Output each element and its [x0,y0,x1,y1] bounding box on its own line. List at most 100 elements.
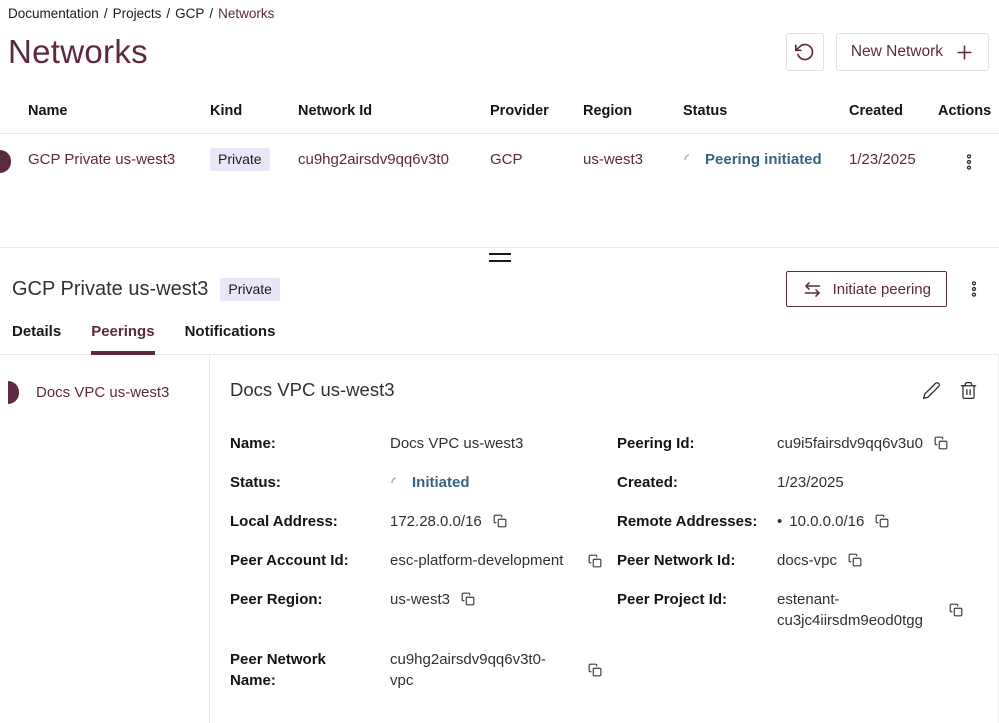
field-empty [617,649,978,691]
network-kind-cell: Private [210,134,298,231]
field-value: Initiated [412,472,470,493]
peering-detail-header: Docs VPC us-west3 [230,379,978,401]
panel-actions: Initiate peering [786,271,987,307]
field-peer-network-name: Peer Network Name: cu9hg2airsdv9qq6v3t0-… [230,649,617,691]
network-region-cell: us-west3 [583,134,683,231]
field-peering-id: Peering Id: cu9i5fairsdv9qq6v3u0 [617,433,978,454]
refresh-icon [795,42,815,62]
refresh-button[interactable] [786,33,824,71]
column-header-network-id: Network Id [298,91,490,134]
copy-peering-id-button[interactable] [934,436,948,450]
column-header-name: Name [0,91,210,134]
column-header-status: Status [683,91,849,134]
field-created: Created: 1/23/2025 [617,472,978,493]
tab-notifications[interactable]: Notifications [185,323,276,355]
split-divider [0,247,999,263]
breadcrumb-separator: / [104,6,108,21]
copy-peer-account-id-button[interactable] [588,554,602,568]
networks-page: Documentation/Projects/GCP/Networks Netw… [0,0,999,723]
field-peer-network-id: Peer Network Id: docs-vpc [617,550,978,571]
field-value: Docs VPC us-west3 [390,433,523,454]
field-remote-addresses: Remote Addresses: • 10.0.0.0/16 [617,511,978,532]
initiate-peering-button[interactable]: Initiate peering [786,271,947,307]
kebab-icon [960,153,978,171]
copy-icon [875,514,889,528]
network-id-cell: cu9hg2airsdv9qq6v3t0 [298,134,490,231]
network-created-cell: 1/23/2025 [849,134,938,231]
table-header-row: Name Kind Network Id Provider Region Sta… [0,91,999,134]
initiate-peering-label: Initiate peering [833,281,931,298]
field-value: docs-vpc [777,550,837,571]
page-header: Networks New Network [0,25,999,75]
breadcrumb: Documentation/Projects/GCP/Networks [0,0,999,25]
row-kebab-menu-button[interactable] [956,151,982,173]
breadcrumb-projects[interactable]: Projects [113,6,162,21]
tab-details[interactable]: Details [12,323,61,355]
breadcrumb-separator: / [209,6,213,21]
breadcrumb-gcp[interactable]: GCP [175,6,204,21]
plus-icon [955,43,974,62]
copy-icon [934,436,948,450]
peering-detail-pane: Docs VPC us-west3 [210,355,999,723]
field-peer-project-id: Peer Project Id: estenant-cu3jc4iirsdm9e… [617,589,978,631]
copy-peer-network-name-button[interactable] [588,663,602,677]
field-value: us-west3 [390,589,450,610]
status-text: Peering initiated [705,151,822,168]
pencil-icon [922,381,941,400]
copy-peer-network-id-button[interactable] [848,553,862,567]
field-value: 172.28.0.0/16 [390,511,482,532]
field-label: Peer Network Id: [617,550,777,571]
field-value: cu9i5fairsdv9qq6v3u0 [777,433,923,454]
edit-peering-button[interactable] [922,381,941,400]
breadcrumb-documentation[interactable]: Documentation [8,6,99,21]
network-name: GCP Private us-west3 [28,151,175,168]
tab-peerings[interactable]: Peerings [91,323,154,355]
peerings-tab-content: Docs VPC us-west3 Docs VPC us-west3 [0,355,999,723]
peering-list-item[interactable]: Docs VPC us-west3 [0,381,209,404]
field-label: Peering Id: [617,433,777,454]
network-name-cell[interactable]: GCP Private us-west3 [0,134,210,231]
field-value: estenant-cu3jc4iirsdm9eod0tgg [777,589,949,631]
drag-handle[interactable] [489,253,511,262]
spinner-icon [683,153,696,166]
panel-kind-badge: Private [220,278,280,301]
field-value: 1/23/2025 [777,472,844,493]
field-status: Status: Initiated [230,472,617,493]
network-table-row[interactable]: GCP Private us-west3 Private cu9hg2airsd… [0,134,999,231]
panel-title: GCP Private us-west3 [12,278,208,301]
field-label: Peer Account Id: [230,550,390,571]
column-header-provider: Provider [490,91,583,134]
copy-peer-project-id-button[interactable] [949,603,963,617]
copy-icon [461,592,475,606]
field-label: Peer Project Id: [617,589,777,610]
header-actions: New Network [786,33,989,71]
new-network-label: New Network [851,43,943,61]
copy-peer-region-button[interactable] [461,592,475,606]
detail-tabs: Details Peerings Notifications [0,323,999,355]
copy-remote-address-button[interactable] [875,514,889,528]
copy-icon [588,554,602,568]
selected-row-indicator [0,150,11,173]
kind-badge: Private [210,148,270,171]
copy-local-address-button[interactable] [493,514,507,528]
field-label: Name: [230,433,390,454]
field-peer-region: Peer Region: us-west3 [230,589,617,631]
field-label: Peer Network Name: [230,649,390,691]
kebab-icon [965,280,983,298]
breadcrumb-current: Networks [218,6,274,21]
peering-list-item-label: Docs VPC us-west3 [36,384,169,401]
network-status-cell: Peering initiated [683,134,849,231]
delete-peering-button[interactable] [959,381,978,400]
column-header-created: Created [849,91,938,134]
page-title: Networks [8,33,148,71]
network-provider-cell: GCP [490,134,583,231]
network-actions-cell [938,134,999,231]
panel-kebab-menu-button[interactable] [961,278,987,300]
new-network-button[interactable]: New Network [836,33,989,71]
list-bullet: • [777,511,782,532]
peering-detail-actions [922,381,978,400]
field-local-address: Local Address: 172.28.0.0/16 [230,511,617,532]
field-label: Local Address: [230,511,390,532]
field-label: Remote Addresses: [617,511,777,532]
field-label: Peer Region: [230,589,390,610]
